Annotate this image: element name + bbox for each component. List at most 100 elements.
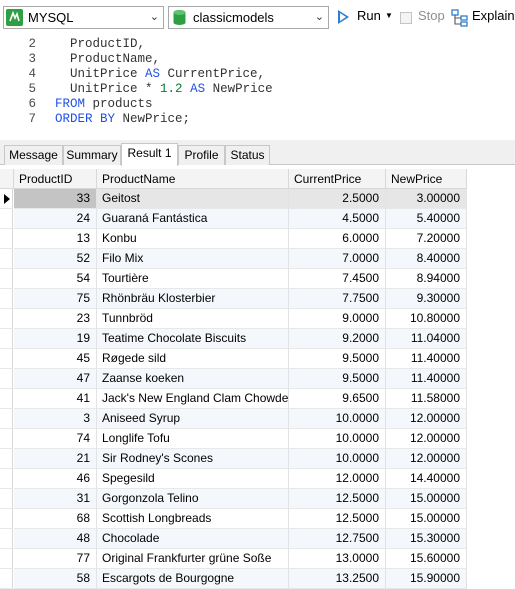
- cell-productname[interactable]: Sir Rodney's Scones: [97, 449, 289, 469]
- cell-productid[interactable]: 47: [14, 369, 97, 389]
- table-row[interactable]: 77 Original Frankfurter grüne Soße 13.0000…: [0, 549, 467, 569]
- cell-productname[interactable]: Zaanse koeken: [97, 369, 289, 389]
- cell-currentprice[interactable]: 9.0000: [289, 309, 386, 329]
- row-indicator[interactable]: [0, 369, 13, 389]
- row-indicator[interactable]: [0, 389, 13, 409]
- chevron-down-icon[interactable]: ⌄: [315, 10, 324, 23]
- column-header-newprice[interactable]: NewPrice: [386, 169, 467, 189]
- cell-newprice[interactable]: 8.40000: [386, 249, 467, 269]
- cell-currentprice[interactable]: 12.5000: [289, 509, 386, 529]
- cell-newprice[interactable]: 12.00000: [386, 429, 467, 449]
- row-indicator[interactable]: [0, 549, 13, 569]
- table-row[interactable]: 75 Rhönbräu Klosterbier 7.7500 9.30000: [0, 289, 467, 309]
- table-row[interactable]: 45 Røgede sild 9.5000 11.40000: [0, 349, 467, 369]
- cell-currentprice[interactable]: 7.0000: [289, 249, 386, 269]
- cell-productid[interactable]: 54: [14, 269, 97, 289]
- table-row[interactable]: 48 Chocolade 12.7500 15.30000: [0, 529, 467, 549]
- row-indicator[interactable]: [0, 489, 13, 509]
- cell-productname[interactable]: Guaraná Fantástica: [97, 209, 289, 229]
- cell-currentprice[interactable]: 7.7500: [289, 289, 386, 309]
- cell-productname[interactable]: Scottish Longbreads: [97, 509, 289, 529]
- cell-productid[interactable]: 24: [14, 209, 97, 229]
- row-indicator[interactable]: [0, 469, 13, 489]
- table-row[interactable]: 58 Escargots de Bourgogne 13.2500 15.90000: [0, 569, 467, 589]
- cell-productname[interactable]: Teatime Chocolate Biscuits: [97, 329, 289, 349]
- table-row[interactable]: 74 Longlife Tofu 10.0000 12.00000: [0, 429, 467, 449]
- cell-productid[interactable]: 45: [14, 349, 97, 369]
- row-indicator[interactable]: [0, 289, 13, 309]
- cell-currentprice[interactable]: 6.0000: [289, 229, 386, 249]
- row-indicator[interactable]: [0, 569, 13, 589]
- cell-productname[interactable]: Gorgonzola Telino: [97, 489, 289, 509]
- cell-newprice[interactable]: 15.30000: [386, 529, 467, 549]
- row-indicator[interactable]: [0, 409, 13, 429]
- cell-productname[interactable]: Filo Mix: [97, 249, 289, 269]
- row-indicator[interactable]: [0, 269, 13, 289]
- table-row[interactable]: 46 Spegesild 12.0000 14.40000: [0, 469, 467, 489]
- cell-productname[interactable]: Escargots de Bourgogne: [97, 569, 289, 589]
- cell-productname[interactable]: Tourtière: [97, 269, 289, 289]
- cell-productname[interactable]: Geitost: [97, 189, 289, 209]
- cell-productname[interactable]: Tunnbröd: [97, 309, 289, 329]
- cell-newprice[interactable]: 11.40000: [386, 349, 467, 369]
- cell-currentprice[interactable]: 2.5000: [289, 189, 386, 209]
- table-row[interactable]: 54 Tourtière 7.4500 8.94000: [0, 269, 467, 289]
- cell-newprice[interactable]: 14.40000: [386, 469, 467, 489]
- table-row[interactable]: 24 Guaraná Fantástica 4.5000 5.40000: [0, 209, 467, 229]
- table-row[interactable]: 19 Teatime Chocolate Biscuits 9.2000 11.040…: [0, 329, 467, 349]
- table-row[interactable]: 3 Aniseed Syrup 10.0000 12.00000: [0, 409, 467, 429]
- cell-productname[interactable]: Aniseed Syrup: [97, 409, 289, 429]
- run-dropdown-icon[interactable]: ▼: [385, 11, 393, 20]
- cell-newprice[interactable]: 8.94000: [386, 269, 467, 289]
- cell-currentprice[interactable]: 13.2500: [289, 569, 386, 589]
- cell-productid[interactable]: 13: [14, 229, 97, 249]
- column-header-productid[interactable]: ProductID: [14, 169, 97, 189]
- column-header-currentprice[interactable]: CurrentPrice: [289, 169, 386, 189]
- cell-newprice[interactable]: 15.00000: [386, 489, 467, 509]
- cell-currentprice[interactable]: 10.0000: [289, 449, 386, 469]
- cell-productid[interactable]: 31: [14, 489, 97, 509]
- cell-productid[interactable]: 33: [14, 189, 97, 209]
- cell-currentprice[interactable]: 12.0000: [289, 469, 386, 489]
- cell-newprice[interactable]: 12.00000: [386, 449, 467, 469]
- cell-productname[interactable]: Rhönbräu Klosterbier: [97, 289, 289, 309]
- cell-newprice[interactable]: 5.40000: [386, 209, 467, 229]
- cell-newprice[interactable]: 10.80000: [386, 309, 467, 329]
- table-row[interactable]: 41 Jack's New England Clam Chowde 9.6500 11…: [0, 389, 467, 409]
- cell-productid[interactable]: 21: [14, 449, 97, 469]
- cell-currentprice[interactable]: 10.0000: [289, 409, 386, 429]
- database-select[interactable]: classicmodels ⌄: [168, 6, 329, 29]
- cell-productid[interactable]: 68: [14, 509, 97, 529]
- cell-newprice[interactable]: 15.00000: [386, 509, 467, 529]
- tab-message[interactable]: Message: [4, 145, 63, 165]
- tab-result-1[interactable]: Result 1: [121, 143, 178, 166]
- table-row[interactable]: 68 Scottish Longbreads 12.5000 15.00000: [0, 509, 467, 529]
- cell-currentprice[interactable]: 12.7500: [289, 529, 386, 549]
- cell-productid[interactable]: 23: [14, 309, 97, 329]
- cell-currentprice[interactable]: 9.6500: [289, 389, 386, 409]
- row-indicator[interactable]: [0, 429, 13, 449]
- row-indicator[interactable]: [0, 249, 13, 269]
- table-row[interactable]: 21 Sir Rodney's Scones 10.0000 12.00000: [0, 449, 467, 469]
- connection-select[interactable]: MYSQL ⌄: [3, 6, 164, 29]
- cell-newprice[interactable]: 15.60000: [386, 549, 467, 569]
- cell-productid[interactable]: 58: [14, 569, 97, 589]
- cell-newprice[interactable]: 11.58000: [386, 389, 467, 409]
- table-row[interactable]: 33 Geitost 2.5000 3.00000: [0, 189, 467, 209]
- column-header-productname[interactable]: ProductName: [97, 169, 289, 189]
- play-icon[interactable]: [338, 10, 349, 24]
- cell-currentprice[interactable]: 9.2000: [289, 329, 386, 349]
- cell-newprice[interactable]: 12.00000: [386, 409, 467, 429]
- cell-currentprice[interactable]: 12.5000: [289, 489, 386, 509]
- table-row[interactable]: 23 Tunnbröd 9.0000 10.80000: [0, 309, 467, 329]
- row-indicator[interactable]: [0, 529, 13, 549]
- cell-currentprice[interactable]: 13.0000: [289, 549, 386, 569]
- cell-newprice[interactable]: 7.20000: [386, 229, 467, 249]
- row-indicator[interactable]: [0, 189, 13, 209]
- cell-productname[interactable]: Longlife Tofu: [97, 429, 289, 449]
- row-indicator[interactable]: [0, 309, 13, 329]
- sql-editor[interactable]: 2 ProductID, 3 ProductName, 4 UnitPrice AS…: [0, 36, 515, 140]
- row-indicator[interactable]: [0, 509, 13, 529]
- cell-productname[interactable]: Konbu: [97, 229, 289, 249]
- cell-newprice[interactable]: 11.04000: [386, 329, 467, 349]
